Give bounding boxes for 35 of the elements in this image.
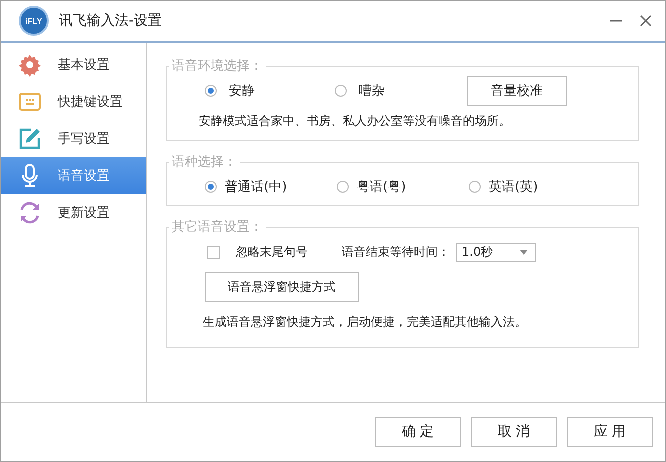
sidebar-item[interactable]: 手写设置 (1, 120, 146, 157)
dialog-button[interactable]: 取 消 (471, 417, 557, 447)
shortcut-button[interactable]: 语音悬浮窗快捷方式 (205, 272, 359, 302)
pencil-square-icon (18, 126, 42, 150)
app-logo: iFLY (19, 6, 49, 36)
sidebar-item[interactable]: 基本设置 (1, 46, 146, 83)
wait-time-dropdown[interactable]: 1.0秒 (456, 242, 536, 262)
calibrate-button[interactable]: 音量校准 (467, 76, 567, 106)
group-title: 语种选择： (171, 154, 238, 171)
group-title: 其它语音设置： (171, 219, 264, 236)
dialog-button[interactable]: 确 定 (375, 417, 461, 447)
group-title: 语音环境选择： (171, 58, 264, 75)
refresh-icon (18, 200, 42, 224)
sidebar-item[interactable]: 快捷键设置 (1, 83, 146, 120)
gear-icon (18, 52, 42, 76)
dialog-button[interactable]: 应 用 (567, 417, 653, 447)
checkbox[interactable] (207, 246, 220, 258)
close-icon[interactable] (639, 14, 653, 28)
radio-button[interactable] (205, 181, 217, 193)
radio-label: 英语(英) (489, 179, 538, 196)
radio-label: 嘈杂 (359, 83, 385, 100)
radio-button[interactable] (205, 85, 217, 97)
sidebar-item[interactable]: 更新设置 (1, 194, 146, 231)
description-text: 生成语音悬浮窗快捷方式，启动便捷，完美适配其他输入法。 (203, 314, 528, 331)
dropdown-caret-icon (520, 250, 528, 254)
description-text: 安静模式适合家中、书房、私人办公室等没有噪音的场所。 (199, 113, 512, 130)
radio-button[interactable] (335, 85, 347, 97)
radio-button[interactable] (337, 181, 349, 193)
radio-label: 普通话(中) (225, 178, 288, 196)
wait-time-label: 语音结束等待时间： (342, 244, 450, 260)
window-title: 讯飞输入法-设置 (59, 12, 162, 30)
checkbox-label: 忽略末尾句号 (236, 244, 308, 260)
radio-label: 粤语(粤) (357, 179, 406, 196)
radio-label: 安静 (229, 83, 255, 100)
radio-button[interactable] (469, 181, 481, 193)
